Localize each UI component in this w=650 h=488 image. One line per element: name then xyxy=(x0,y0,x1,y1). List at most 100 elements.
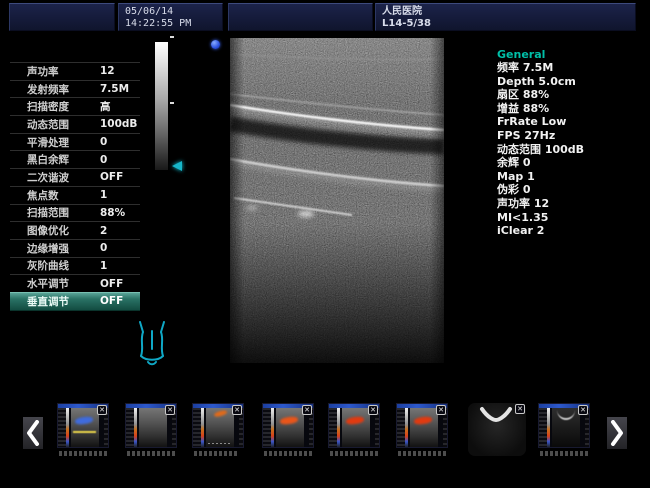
ultrasound-app-screen: 05/06/14 14:22:55 PM 人民医院 L14-5/38 声功率12… xyxy=(0,0,650,488)
info-iclear: iClear 2 xyxy=(497,224,647,238)
thumbnail[interactable]: ✕ xyxy=(125,403,177,448)
close-icon[interactable]: ✕ xyxy=(436,405,446,415)
next-thumbnails-button[interactable] xyxy=(607,417,627,449)
thumbnail-caption xyxy=(194,451,238,456)
thumbnail-image xyxy=(342,408,370,447)
hospital-name: 人民医院 xyxy=(376,4,635,18)
thumb-colorbar xyxy=(405,408,408,447)
spectral-trace xyxy=(73,431,96,433)
body-mark-icon[interactable] xyxy=(133,318,171,372)
doppler-patch xyxy=(214,409,228,417)
info-frequency: 频率 7.5M xyxy=(497,61,647,75)
info-persistence: 余辉 0 xyxy=(497,156,647,170)
param-value: OFF xyxy=(100,278,123,290)
param-row-vertical-adjust-selected[interactable]: 垂直调节 OFF xyxy=(10,292,140,311)
close-icon[interactable]: ✕ xyxy=(302,405,312,415)
ultrasound-image[interactable] xyxy=(230,38,444,363)
param-row-scan-density[interactable]: 扫描密度 高 xyxy=(10,98,140,116)
date-label: 05/06/14 xyxy=(119,4,222,18)
collar-shape xyxy=(557,410,575,420)
param-value: OFF xyxy=(100,295,123,307)
close-icon[interactable]: ✕ xyxy=(368,405,378,415)
thumbnail-strip: ✕ ✕ ✕ xyxy=(0,402,650,464)
info-sector: 扇区 88% xyxy=(497,88,647,102)
thumbnail[interactable]: ✕ xyxy=(328,403,380,448)
thumbnail[interactable]: ✕ xyxy=(57,403,109,448)
param-row-horizontal-adjust[interactable]: 水平调节OFF xyxy=(10,275,140,293)
info-framerate: FrRate Low xyxy=(497,115,647,129)
thumbnail-caption xyxy=(540,451,588,456)
param-label: 焦点数 xyxy=(27,188,59,203)
param-value: 高 xyxy=(100,99,111,114)
thumb-sidebar xyxy=(58,408,66,447)
doppler-patch xyxy=(280,415,299,424)
param-row-bw-persistence[interactable]: 黑白余辉0 xyxy=(10,151,140,169)
param-value: 0 xyxy=(100,242,107,254)
thumbnail-caption xyxy=(264,451,312,456)
info-acoustic-power: 声功率 12 xyxy=(497,197,647,211)
topbar-empty-panel-middle xyxy=(228,3,373,31)
doppler-patch xyxy=(346,415,365,424)
thumbnail-image xyxy=(206,408,234,447)
info-pseudocolor: 伪彩 0 xyxy=(497,183,647,197)
thumb-colorbar xyxy=(337,408,340,447)
focus-marker-icon[interactable] xyxy=(172,161,182,171)
thumb-colorbar xyxy=(201,408,204,447)
thumb-colorbar xyxy=(134,408,137,447)
grayscale-bar xyxy=(155,42,168,170)
thumbnail-caption xyxy=(398,451,446,456)
param-label: 边缘增强 xyxy=(27,241,69,256)
param-row-edge-enhance[interactable]: 边缘增强 0 xyxy=(10,240,140,258)
param-row-gray-curve[interactable]: 灰阶曲线1 xyxy=(10,258,140,276)
thumbnail-image xyxy=(552,408,580,447)
param-value: 88% xyxy=(100,207,125,219)
param-row-image-optimize[interactable]: 图像优化2 xyxy=(10,222,140,240)
doppler-patch xyxy=(414,415,433,424)
hospital-panel: 人民医院 L14-5/38 xyxy=(375,3,636,31)
param-label: 二次谐波 xyxy=(27,170,69,185)
chevron-right-icon xyxy=(610,420,624,446)
thumbnail[interactable]: ✕ xyxy=(192,403,244,448)
param-value: 0 xyxy=(100,154,107,166)
param-row-harmonic[interactable]: 二次谐波OFF xyxy=(10,169,140,187)
thumbnail-image xyxy=(276,408,304,447)
param-row-acoustic-power[interactable]: 声功率12 xyxy=(10,63,140,81)
param-value: 12 xyxy=(100,65,115,77)
thumbnail-caption xyxy=(59,451,107,456)
param-value: 0 xyxy=(100,136,107,148)
thumbnail[interactable]: ✕ xyxy=(538,403,590,448)
param-value: 7.5M xyxy=(100,83,129,95)
param-label: 垂直调节 xyxy=(27,294,69,309)
thumbnail[interactable]: ✕ xyxy=(262,403,314,448)
param-row-tx-frequency[interactable]: 发射频率 7.5M xyxy=(10,81,140,99)
param-row-smoothing[interactable]: 平滑处理0 xyxy=(10,134,140,152)
probe-label: L14-5/38 xyxy=(376,18,635,30)
param-value: 2 xyxy=(100,225,107,237)
prev-thumbnails-button[interactable] xyxy=(23,417,43,449)
close-icon[interactable]: ✕ xyxy=(515,404,525,414)
param-label: 扫描密度 xyxy=(27,99,69,114)
param-value: 100dB xyxy=(100,118,137,130)
param-row-focus-number[interactable]: 焦点数1 xyxy=(10,187,140,205)
thumbnail[interactable]: ✕ xyxy=(468,403,526,456)
thumbnail[interactable]: ✕ xyxy=(396,403,448,448)
depth-tick-top xyxy=(170,36,174,38)
param-row-dynamic-range[interactable]: 动态范围 100dB xyxy=(10,116,140,134)
param-label: 发射频率 xyxy=(27,82,69,97)
close-icon[interactable]: ✕ xyxy=(232,405,242,415)
param-label: 动态范围 xyxy=(27,117,69,132)
param-label: 扫描范围 xyxy=(27,205,69,220)
ultrasound-render xyxy=(230,38,444,363)
info-map: Map 1 xyxy=(497,170,647,184)
info-gain: 增益 88% xyxy=(497,102,647,116)
close-icon[interactable]: ✕ xyxy=(578,405,588,415)
info-mi: MI<1.35 xyxy=(497,211,647,225)
param-row-scan-range[interactable]: 扫描范围 88% xyxy=(10,205,140,223)
thumb-colorbar xyxy=(66,408,69,447)
thumb-colorbar xyxy=(271,408,274,447)
datetime-panel: 05/06/14 14:22:55 PM xyxy=(118,3,223,31)
thumb-colorbar xyxy=(547,408,550,447)
close-icon[interactable]: ✕ xyxy=(97,405,107,415)
close-icon[interactable]: ✕ xyxy=(165,405,175,415)
probe-orientation-marker-icon xyxy=(211,40,220,49)
